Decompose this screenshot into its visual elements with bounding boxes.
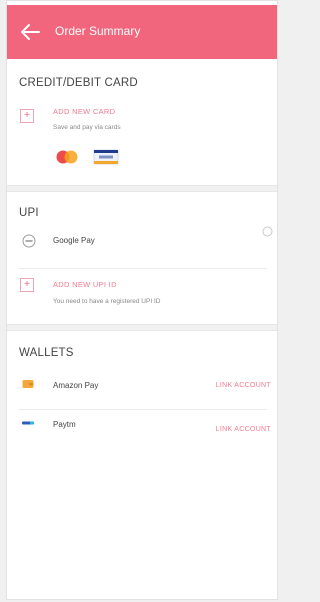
top-app-bar: Order Summary [7,5,277,59]
visa-icon [93,149,119,165]
add-card-plus-icon[interactable]: + [20,109,34,123]
upi-section: UPI Google Pay + ADD NEW UPI ID You need… [7,192,277,323]
add-upi-subtitle: You need to have a registered UPI ID [53,298,161,305]
section-heading-card: CREDIT/DEBIT CARD [19,77,138,89]
section-divider [7,324,277,331]
card-section: CREDIT/DEBIT CARD + ADD NEW CARD Save an… [7,61,277,185]
amazon-pay-label[interactable]: Amazon Pay [53,381,98,390]
paytm-icon [22,421,34,425]
radio-unselected-icon[interactable] [262,226,273,237]
page-title: Order Summary [55,24,141,38]
add-card-subtitle: Save and pay via cards [53,124,121,131]
mastercard-icon [56,150,78,164]
google-pay-icon [22,234,36,248]
row-separator [19,409,267,410]
google-pay-label[interactable]: Google Pay [53,236,95,245]
section-divider [7,185,277,192]
add-new-upi-link[interactable]: ADD NEW UPI ID [53,280,117,289]
section-heading-upi: UPI [19,207,39,219]
amazon-pay-link-account[interactable]: LINK ACCOUNT [216,382,271,389]
paytm-label[interactable]: Paytm [53,420,76,429]
section-heading-wallets: WALLETS [19,347,74,359]
app-screen: Order Summary CREDIT/DEBIT CARD + ADD NE… [6,0,278,600]
paytm-link-account[interactable]: LINK ACCOUNT [216,426,271,433]
back-arrow-icon[interactable] [19,22,41,42]
wallets-section: WALLETS Amazon Pay LINK ACCOUNT Paytm LI… [7,331,277,599]
amazon-pay-icon [22,380,34,388]
row-separator [19,268,267,269]
add-new-card-link[interactable]: ADD NEW CARD [53,107,115,116]
add-upi-plus-icon[interactable]: + [20,278,34,292]
